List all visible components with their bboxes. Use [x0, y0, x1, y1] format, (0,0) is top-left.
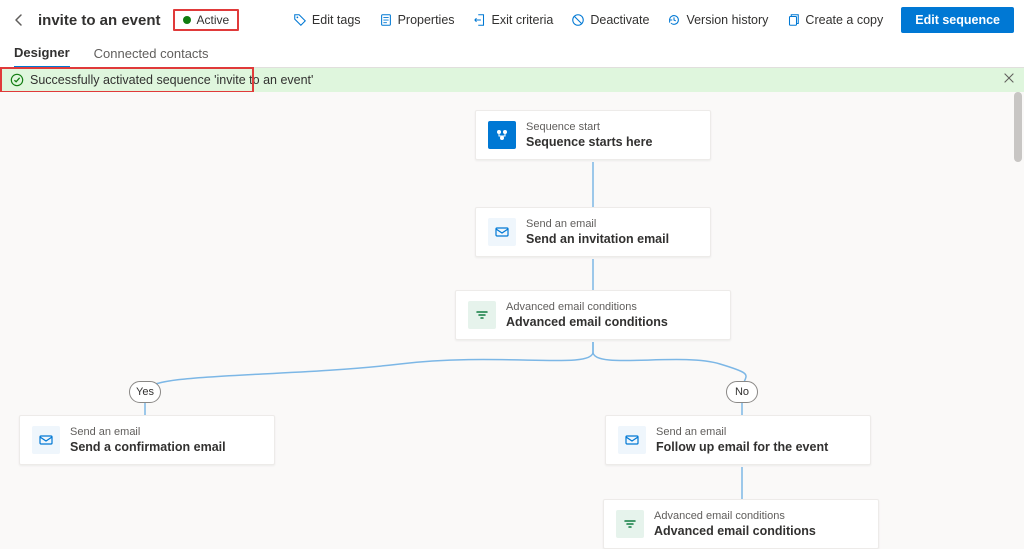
node-advanced-conditions-2[interactable]: Advanced email conditions Advanced email…	[603, 499, 879, 549]
tag-icon	[293, 13, 307, 27]
version-history-button[interactable]: Version history	[661, 9, 774, 31]
node-label: Send an email	[70, 426, 226, 438]
status-badge: Active	[173, 9, 240, 31]
create-copy-button[interactable]: Create a copy	[780, 9, 889, 31]
tab-bar: Designer Connected contacts	[0, 40, 1024, 68]
node-label: Send an email	[526, 218, 669, 230]
node-follow-up-email[interactable]: Send an email Follow up email for the ev…	[605, 415, 871, 465]
exit-icon	[473, 13, 487, 27]
email-icon	[618, 426, 646, 454]
conditions-icon	[468, 301, 496, 329]
version-history-label: Version history	[686, 13, 768, 27]
page-header: invite to an event Active Edit tags Prop…	[0, 0, 1024, 40]
edit-sequence-button[interactable]: Edit sequence	[901, 7, 1014, 33]
edit-tags-label: Edit tags	[312, 13, 361, 27]
status-text: Active	[197, 13, 230, 27]
node-sequence-start[interactable]: Sequence start Sequence starts here	[475, 110, 711, 160]
email-icon	[32, 426, 60, 454]
node-title: Advanced email conditions	[506, 315, 668, 329]
banner-text: Successfully activated sequence 'invite …	[30, 73, 313, 87]
tab-connected-contacts[interactable]: Connected contacts	[94, 46, 209, 67]
node-title: Send a confirmation email	[70, 440, 226, 454]
tab-designer[interactable]: Designer	[14, 45, 70, 68]
node-advanced-conditions-1[interactable]: Advanced email conditions Advanced email…	[455, 290, 731, 340]
exit-criteria-label: Exit criteria	[492, 13, 554, 27]
edit-sequence-label: Edit sequence	[915, 13, 1000, 27]
conditions-icon	[616, 510, 644, 538]
status-dot-icon	[183, 16, 191, 24]
branch-yes: Yes	[129, 381, 161, 403]
node-title: Follow up email for the event	[656, 440, 828, 454]
node-send-confirmation-email[interactable]: Send an email Send a confirmation email	[19, 415, 275, 465]
deactivate-icon	[571, 13, 585, 27]
document-icon	[379, 13, 393, 27]
close-icon	[1002, 71, 1016, 85]
properties-label: Properties	[398, 13, 455, 27]
node-title: Send an invitation email	[526, 232, 669, 246]
history-icon	[667, 13, 681, 27]
success-check-icon	[10, 73, 24, 87]
designer-canvas[interactable]: Sequence start Sequence starts here Send…	[0, 92, 1024, 549]
deactivate-button[interactable]: Deactivate	[565, 9, 655, 31]
banner-close-button[interactable]	[1002, 71, 1016, 88]
arrow-left-icon	[11, 12, 27, 28]
node-label: Advanced email conditions	[506, 301, 668, 313]
page-title: invite to an event	[38, 12, 161, 29]
node-title: Advanced email conditions	[654, 524, 816, 538]
edit-tags-button[interactable]: Edit tags	[287, 9, 367, 31]
copy-icon	[786, 13, 800, 27]
node-title: Sequence starts here	[526, 135, 652, 149]
notification-bar: Successfully activated sequence 'invite …	[0, 68, 1024, 92]
back-button[interactable]	[8, 9, 30, 31]
sequence-start-icon	[488, 121, 516, 149]
node-label: Sequence start	[526, 121, 652, 133]
node-send-invitation-email[interactable]: Send an email Send an invitation email	[475, 207, 711, 257]
branch-no: No	[726, 381, 758, 403]
success-banner: Successfully activated sequence 'invite …	[0, 68, 1024, 92]
deactivate-label: Deactivate	[590, 13, 649, 27]
node-label: Advanced email conditions	[654, 510, 816, 522]
create-copy-label: Create a copy	[805, 13, 883, 27]
scrollbar-thumb[interactable]	[1014, 92, 1022, 162]
exit-criteria-button[interactable]: Exit criteria	[467, 9, 560, 31]
properties-button[interactable]: Properties	[373, 9, 461, 31]
node-label: Send an email	[656, 426, 828, 438]
email-icon	[488, 218, 516, 246]
